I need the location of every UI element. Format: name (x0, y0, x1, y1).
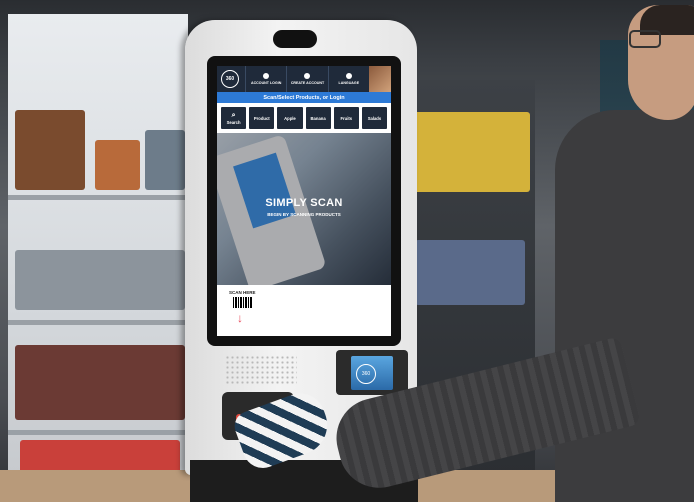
user-icon (263, 73, 270, 79)
kiosk-screen: 360 ACCOUNT LOGIN CREATE ACCOUNT LANGUAG… (217, 66, 391, 336)
payment-terminal: 360 (336, 350, 408, 395)
category-label: Banana (310, 115, 326, 121)
hero-title: SIMPLY SCAN (265, 197, 343, 209)
speaker-grille (225, 355, 297, 385)
shelf-product (15, 250, 185, 310)
kiosk-photo-scene: 360 ACCOUNT LOGIN CREATE ACCOUNT LANGUAG… (0, 0, 694, 502)
shelf-product (145, 130, 185, 190)
kiosk-camera (273, 30, 317, 48)
hero-overlay (217, 133, 391, 285)
scan-here-label: SCAN HERE (229, 290, 256, 295)
person-body (555, 110, 694, 502)
shelf-product (410, 112, 530, 192)
scan-prompt-area: SCAN HERE ↓ (217, 285, 391, 336)
language-label: LANGUAGE (338, 81, 360, 85)
add-user-icon (304, 73, 311, 79)
category-label: Search (226, 119, 241, 125)
category-label: Apple (284, 115, 296, 121)
category-banana-button[interactable]: Banana (305, 107, 331, 129)
shelf-product (415, 240, 525, 305)
category-search-button[interactable]: ⌕ Search (221, 107, 247, 129)
shelf-product (15, 110, 85, 190)
shelf-product (15, 345, 185, 420)
category-apple-button[interactable]: Apple (277, 107, 303, 129)
category-bar: ⌕ Search Product Apple Banana Fruits Sal… (217, 103, 391, 133)
arrow-down-icon: ↓ (237, 311, 243, 325)
category-salads-button[interactable]: Salads (361, 107, 388, 129)
shelf-divider (8, 430, 188, 435)
hero-subtitle: BEGIN BY SCANNING PRODUCTS (267, 212, 341, 217)
category-fruits-button[interactable]: Fruits (333, 107, 359, 129)
promo-thumbnail (368, 66, 391, 92)
barcode-icon (233, 297, 253, 308)
shelf-divider (8, 195, 188, 200)
payment-terminal-logo: 360 (356, 364, 376, 384)
globe-icon (345, 73, 352, 79)
create-account-label: CREATE ACCOUNT (290, 81, 325, 85)
glasses (629, 30, 661, 48)
account-login-label: ACCOUNT LOGIN (250, 81, 282, 85)
shelf-divider (8, 320, 188, 325)
category-label: Salads (367, 115, 382, 121)
shelf-product (95, 140, 140, 190)
brand-logo: 360 (221, 70, 239, 88)
account-login-button[interactable]: ACCOUNT LOGIN (245, 66, 286, 92)
category-product-button[interactable]: Product (249, 107, 275, 129)
search-icon: ⌕ (231, 111, 236, 119)
hero-banner: SIMPLY SCAN BEGIN BY SCANNING PRODUCTS (217, 133, 391, 292)
language-button[interactable]: LANGUAGE (327, 66, 369, 92)
instruction-banner: Scan/Select Products, or Login (217, 92, 391, 103)
category-label: Product (253, 115, 270, 121)
screen-top-bar: 360 ACCOUNT LOGIN CREATE ACCOUNT LANGUAG… (217, 66, 391, 92)
category-label: Fruits (340, 115, 353, 121)
create-account-button[interactable]: CREATE ACCOUNT (286, 66, 327, 92)
